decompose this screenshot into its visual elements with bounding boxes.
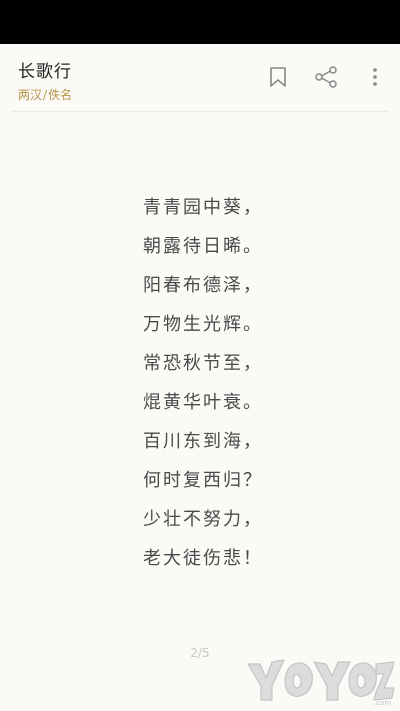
poem-line: 老大徒伤悲！ (143, 548, 263, 569)
poem-line: 百川东到海， (143, 431, 263, 452)
poem-header: 长歌行 两汉/佚名 (0, 44, 400, 114)
poem-line: 青青园中葵， (143, 197, 263, 218)
poem-line: 朝露待日晞。 (143, 236, 263, 257)
more-button[interactable] (362, 64, 388, 90)
poem-line: 少壮不努力， (143, 509, 263, 530)
poem-body: 青青园中葵， 朝露待日晞。 阳春布德泽， 万物生光辉。 常恐秋节至， 焜黄华叶衰… (0, 192, 400, 582)
more-vertical-icon (373, 68, 377, 86)
poem-meta: 两汉/佚名 (18, 86, 72, 103)
dynasty-link[interactable]: 两汉 (18, 88, 42, 102)
bookmark-icon (270, 67, 286, 87)
poem-line: 阳春布德泽， (143, 275, 263, 296)
poem-line: 何时复西归？ (143, 470, 263, 491)
share-button[interactable] (313, 64, 339, 90)
status-bar (0, 0, 400, 44)
svg-text:.com: .com (374, 699, 391, 706)
header-divider (12, 111, 388, 112)
poem-line: 常恐秋节至， (143, 353, 263, 374)
watermark-logo: .com (247, 659, 395, 706)
poem-line: 万物生光辉。 (143, 314, 263, 335)
poem-title: 长歌行 (18, 62, 72, 82)
share-icon (315, 66, 337, 88)
author-link[interactable]: 佚名 (48, 88, 72, 102)
poem-line: 焜黄华叶衰。 (143, 392, 263, 413)
bookmark-button[interactable] (265, 64, 291, 90)
meta-separator: / (43, 88, 48, 102)
